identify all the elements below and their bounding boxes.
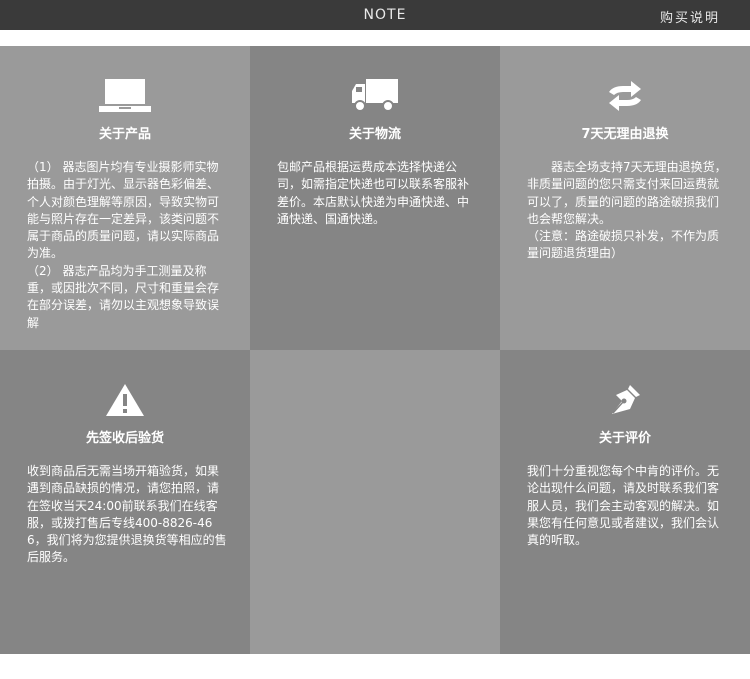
info-grid: 关于产品 （1） 器志图片均有专业摄影师实物拍摄。由于灯光、显示器色彩偏差、个人… <box>0 46 750 654</box>
seven-day-return-text: 器志全场支持7天无理由退换货，非质量问题的您只需支付来回运费就可以了，质量的问题… <box>527 159 727 263</box>
truck-icon <box>250 76 500 116</box>
header-bar: NOTE 购买说明 <box>0 0 750 30</box>
about-product-paragraph-2: （2） 器志产品均为手工测量及称重，或因批次不同，尺寸和重量会存在部分误差，请勿… <box>27 263 220 330</box>
about-product-panel: 关于产品 （1） 器志图片均有专业摄影师实物拍摄。由于灯光、显示器色彩偏差、个人… <box>0 46 250 350</box>
sign-then-inspect-panel: 先签收后验货 收到商品后无需当场开箱验货，如果遇到商品缺损的情况，请您拍照，请在… <box>0 350 250 654</box>
about-logistics-panel: 关于物流 包邮产品根据运费成本选择快递公司，如需指定快递也可以联系客服补差价。本… <box>250 46 500 350</box>
empty-panel <box>250 350 500 654</box>
note-title: NOTE <box>363 7 407 23</box>
about-product-text: （1） 器志图片均有专业摄影师实物拍摄。由于灯光、显示器色彩偏差、个人对颜色理解… <box>27 159 227 332</box>
seven-day-return-panel: 7天无理由退换 器志全场支持7天无理由退换货，非质量问题的您只需支付来回运费就可… <box>500 46 750 350</box>
about-product-title: 关于产品 <box>98 127 151 142</box>
about-logistics-title: 关于物流 <box>348 127 401 142</box>
about-reviews-text: 我们十分重视您每个中肯的评价。无论出现什么问题，请及时联系我们客服人员，我们会主… <box>527 463 727 549</box>
sign-then-inspect-title: 先签收后验货 <box>85 431 164 446</box>
pen-nib-icon <box>500 380 750 420</box>
seven-day-return-title: 7天无理由退换 <box>581 127 669 142</box>
about-logistics-paragraph-1: 包邮产品根据运费成本选择快递公司，如需指定快递也可以联系客服补差价。本店默认快递… <box>277 160 470 226</box>
about-reviews-paragraph-1: 我们十分重视您每个中肯的评价。无论出现什么问题，请及时联系我们客服人员，我们会主… <box>527 464 720 548</box>
exchange-arrows-icon <box>500 76 750 116</box>
seven-day-return-paragraph-2: （注意：路途破损只补发，不作为质量问题退货理由） <box>527 229 720 261</box>
about-reviews-panel: 关于评价 我们十分重视您每个中肯的评价。无论出现什么问题，请及时联系我们客服人员… <box>500 350 750 654</box>
warning-icon <box>0 380 250 420</box>
purchase-info-label: 购买说明 <box>659 11 720 26</box>
about-reviews-title: 关于评价 <box>598 431 651 446</box>
seven-day-return-paragraph-1: 器志全场支持7天无理由退换货，非质量问题的您只需支付来回运费就可以了，质量的问题… <box>527 160 727 226</box>
sign-then-inspect-paragraph-1: 收到商品后无需当场开箱验货，如果遇到商品缺损的情况，请您拍照，请在签收当天24:… <box>27 464 227 565</box>
about-logistics-text: 包邮产品根据运费成本选择快递公司，如需指定快递也可以联系客服补差价。本店默认快递… <box>277 159 477 228</box>
sign-then-inspect-text: 收到商品后无需当场开箱验货，如果遇到商品缺损的情况，请您拍照，请在签收当天24:… <box>27 463 227 567</box>
laptop-icon <box>0 76 250 116</box>
about-product-paragraph-1: （1） 器志图片均有专业摄影师实物拍摄。由于灯光、显示器色彩偏差、个人对颜色理解… <box>27 160 220 261</box>
